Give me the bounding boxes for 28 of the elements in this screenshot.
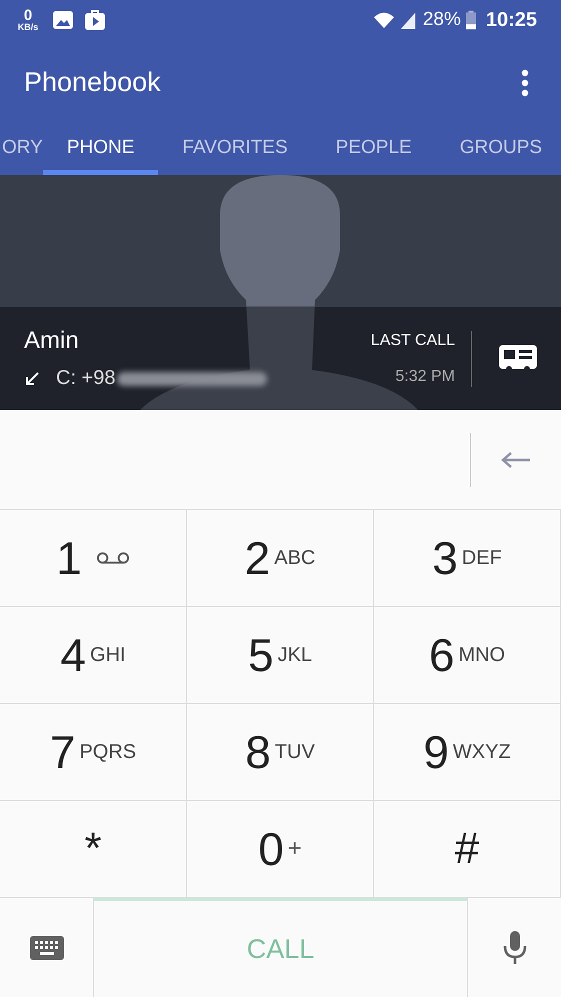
more-menu-icon[interactable] [521,68,529,96]
keyboard-icon[interactable] [30,936,64,960]
signal-icon [398,11,417,29]
incoming-call-icon [24,370,40,386]
gallery-icon [52,9,74,31]
tab[interactable]: ORY [0,125,43,175]
dial-key[interactable]: 1 [0,510,187,607]
microphone-icon[interactable] [502,930,526,964]
last-call-label: LAST CALL [370,332,455,350]
battery-icon [466,10,476,30]
tab[interactable]: FAVORITES [158,125,312,175]
wifi-icon [372,10,395,30]
tab[interactable]: PEOPLE [312,125,436,175]
dial-key[interactable]: # [374,801,561,898]
speed-unit: KB/s [18,23,38,32]
phone-number: C: +98 [56,367,116,390]
voicemail-icon [96,551,130,565]
speed-value: 0 [24,8,32,23]
store-icon [84,9,106,31]
tab[interactable]: GROUPS [436,125,561,175]
app-title: Phonebook [24,67,161,98]
contact-name: Amin [24,327,80,355]
clock: 10:25 [486,8,537,32]
backspace-icon[interactable] [501,452,531,468]
dial-key[interactable]: * [0,801,187,898]
dial-key[interactable]: 0+ [187,801,374,898]
battery-percent: 28% [422,9,461,31]
last-call-time: 5:32 PM [395,368,455,386]
